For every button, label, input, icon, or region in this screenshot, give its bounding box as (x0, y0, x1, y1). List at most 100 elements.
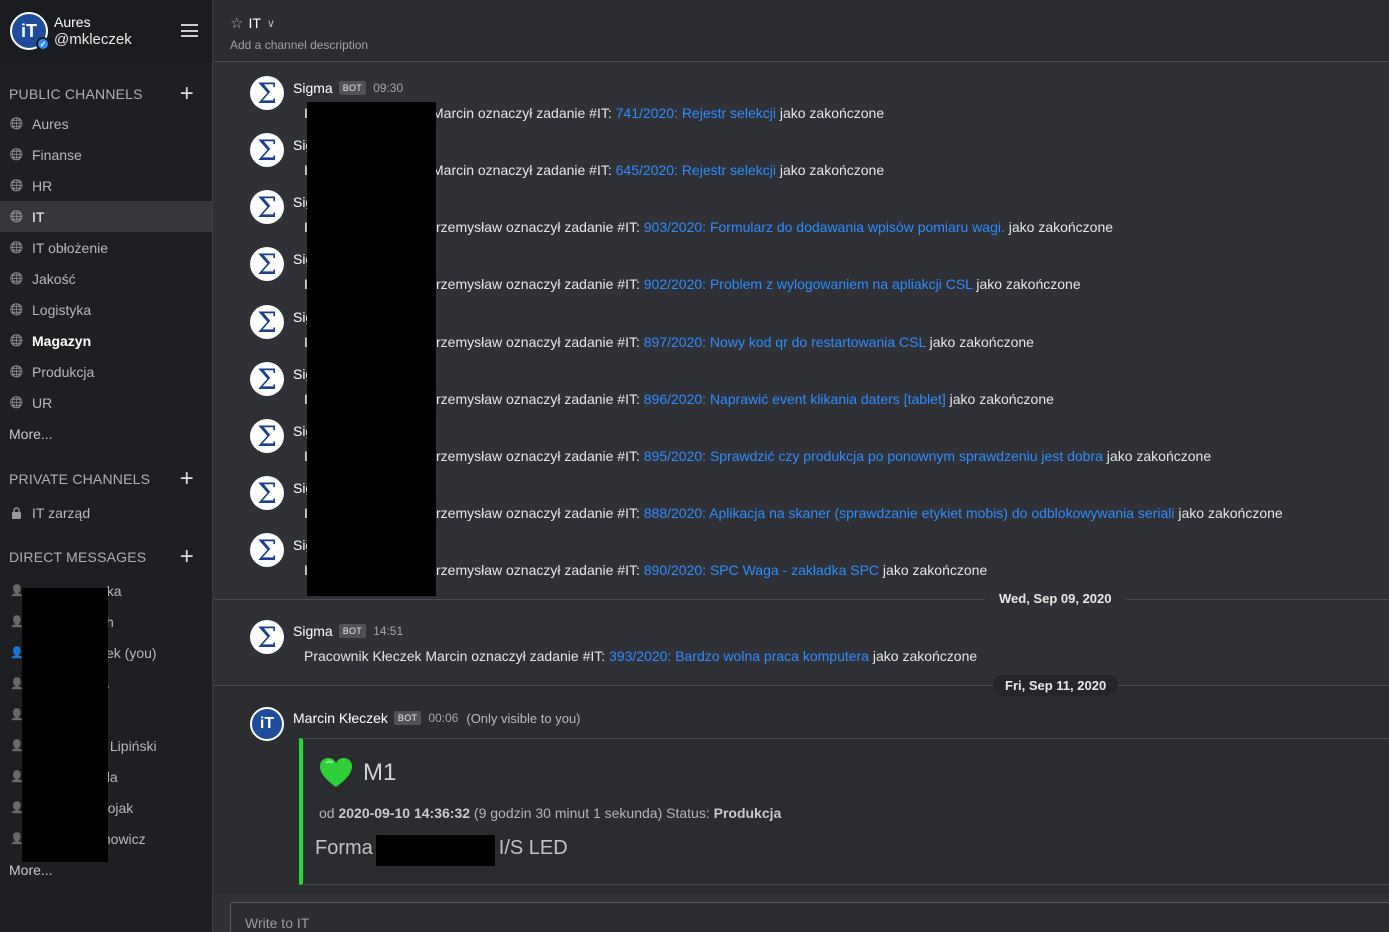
message-text-body: rzemysław oznaczył zadanie #IT: (436, 391, 644, 407)
task-link[interactable]: 896/2020: Naprawić event klikania daters… (644, 391, 946, 407)
sidebar-channel[interactable]: 🌐 Jakość (0, 263, 212, 294)
message-text-suffix: jako zakończone (868, 648, 978, 664)
sidebar-channel[interactable]: 🌐 IT obłożenie (0, 232, 212, 263)
globe-icon: 🌐 (9, 242, 24, 254)
main-panel: ☆ IT ∨ Add a channel description Σ Sigma… (214, 0, 1389, 932)
bot-badge: BOT (338, 624, 367, 638)
direct-messages-label: DIRECT MESSAGES (9, 549, 147, 565)
message-text-body: rzemysław oznaczył zadanie #IT: (436, 505, 644, 521)
task-link[interactable]: 888/2020: Aplikacja na skaner (sprawdzan… (644, 505, 1175, 521)
sidebar-channel[interactable]: 🌐 IT (0, 201, 212, 232)
sigma-avatar[interactable]: Σ (250, 190, 284, 224)
message-text: rzemysław oznaczył zadanie #IT: 903/2020… (436, 219, 1113, 235)
sigma-avatar[interactable]: Σ (250, 133, 284, 167)
message-text: Marcin oznaczył zadanie #IT: 741/2020: R… (432, 105, 884, 121)
direct-messages-header: DIRECT MESSAGES + (0, 545, 212, 569)
public-channels-label: PUBLIC CHANNELS (9, 86, 143, 102)
sidebar-channel-label: Aures (32, 115, 69, 132)
message-time[interactable]: 09:30 (373, 81, 403, 95)
task-link[interactable]: 645/2020: Rejestr selekcji (616, 162, 776, 178)
lock-icon (10, 506, 23, 519)
message-header: Sigma BOT 09:30 (293, 80, 403, 96)
channel-name: IT (248, 15, 261, 31)
meta-duration: (9 godzin 30 minut 1 sekunda) Status: (470, 805, 714, 821)
sigma-avatar[interactable]: Σ (250, 247, 284, 281)
sidebar-channel-label: Magazyn (32, 332, 92, 349)
public-channels-header: PUBLIC CHANNELS + (0, 82, 212, 106)
message-text: rzemysław oznaczył zadanie #IT: 896/2020… (436, 391, 1054, 407)
message-header: Marcin Kłeczek BOT 00:06 (Only visible t… (293, 710, 581, 726)
sigma-avatar[interactable]: Σ (250, 76, 284, 110)
task-link[interactable]: 897/2020: Nowy kod qr do restartowania C… (644, 334, 926, 350)
chevron-down-icon[interactable]: ∨ (267, 17, 275, 30)
add-direct-message-button[interactable]: + (180, 545, 194, 569)
globe-icon: 🌐 (9, 304, 24, 316)
task-link[interactable]: 895/2020: Sprawdzić czy produkcja po pon… (644, 448, 1103, 464)
task-link[interactable]: 393/2020: Bardzo wolna praca komputera (609, 648, 869, 664)
task-link[interactable]: 902/2020: Problem z wylogowaniem na apli… (644, 276, 973, 292)
sidebar-channel-label: Produkcja (32, 363, 95, 380)
sidebar-channel[interactable]: 🌐 Aures (0, 108, 212, 139)
sigma-avatar[interactable]: Σ (250, 533, 284, 567)
message-text-suffix: jako zakończone (1004, 219, 1114, 235)
sidebar: iT ✓ Aures @mkleczek PUBLIC CHANNELS + 🌐… (0, 0, 213, 932)
message-composer[interactable]: Write to IT (230, 902, 1389, 932)
message-text-body: rzemysław oznaczył zadanie #IT: (436, 219, 644, 235)
composer-placeholder: Write to IT (245, 915, 310, 931)
globe-icon: 🌐 (9, 149, 24, 161)
team-header[interactable]: iT ✓ Aures @mkleczek (0, 0, 212, 62)
sigma-avatar[interactable]: Σ (250, 362, 284, 396)
sidebar-channel[interactable]: 🌐 Finanse (0, 139, 212, 170)
message-author[interactable]: Marcin Kłeczek (293, 710, 388, 726)
task-link[interactable]: 741/2020: Rejestr selekcji (616, 105, 776, 121)
add-private-channel-button[interactable]: + (180, 467, 194, 491)
globe-icon: 🌐 (9, 335, 24, 347)
user-avatar[interactable]: iT (250, 707, 284, 741)
message-time[interactable]: 14:51 (373, 624, 403, 638)
user-handle: @mkleczek (54, 31, 132, 48)
sidebar-channel-label: IT (32, 208, 45, 225)
sigma-avatar[interactable]: Σ (250, 419, 284, 453)
meta-status: Produkcja (713, 805, 782, 821)
footer-right-text: I/S LED (498, 837, 568, 859)
team-logo[interactable]: iT ✓ (10, 12, 50, 51)
message-text: rzemysław oznaczył zadanie #IT: 902/2020… (436, 276, 1081, 292)
sidebar-channel[interactable]: 🌐 Magazyn (0, 325, 212, 356)
hamburger-menu-icon[interactable] (181, 24, 198, 37)
task-link[interactable]: 890/2020: SPC Waga - zakładka SPC (644, 562, 879, 578)
message-author[interactable]: Sigma (293, 623, 333, 639)
sigma-avatar[interactable]: Σ (250, 620, 284, 654)
message-text: Pracownik Kłeczek Marcin oznaczył zadani… (304, 648, 977, 664)
channel-title[interactable]: ☆ IT ∨ (230, 14, 1373, 32)
sidebar-channel-label: UR (32, 394, 53, 411)
message-author[interactable]: Sigma (293, 80, 333, 96)
sidebar-channel[interactable]: 🌐 HR (0, 170, 212, 201)
task-link[interactable]: 903/2020: Formularz do dodawania wpisów … (644, 219, 1005, 235)
sidebar-channel[interactable]: 🌐 UR (0, 387, 212, 418)
attachment-title: M1 (319, 757, 396, 789)
public-more-link[interactable]: More... (0, 418, 212, 449)
sidebar-channel[interactable]: 🌐 Logistyka (0, 294, 212, 325)
message-text-body: rzemysław oznaczył zadanie #IT: (436, 448, 644, 464)
channel-description[interactable]: Add a channel description (230, 38, 1373, 52)
sidebar-channel-label: HR (32, 177, 53, 194)
redaction-block (376, 835, 495, 866)
sigma-avatar[interactable]: Σ (250, 476, 284, 510)
message-text-suffix: jako zakończone (925, 334, 1034, 350)
sidebar-channel-label: IT obłożenie (32, 239, 109, 256)
message-time[interactable]: 00:06 (428, 711, 458, 725)
meta-date: 2020-09-10 14:36:32 (338, 805, 471, 821)
attachment-title-text: M1 (363, 759, 397, 786)
bot-badge: BOT (393, 711, 422, 725)
message-text-body: Marcin oznaczył zadanie #IT: (432, 162, 616, 178)
footer-left-text: Forma (315, 837, 373, 859)
date-separator-label: Fri, Sep 11, 2020 (993, 675, 1119, 696)
sidebar-channel[interactable]: 🌐 Produkcja (0, 356, 212, 387)
sigma-avatar[interactable]: Σ (250, 305, 284, 339)
add-public-channel-button[interactable]: + (180, 82, 194, 106)
public-channel-list: 🌐 Aures 🌐 Finanse 🌐 HR 🌐 IT 🌐 IT obłożenie 🌐 Jakość… (0, 108, 212, 418)
sidebar-channel-label: Logistyka (32, 301, 92, 318)
meta-prefix: od (319, 805, 339, 821)
star-icon[interactable]: ☆ (230, 14, 243, 32)
sidebar-private-channel[interactable]: IT zarząd (0, 497, 212, 528)
